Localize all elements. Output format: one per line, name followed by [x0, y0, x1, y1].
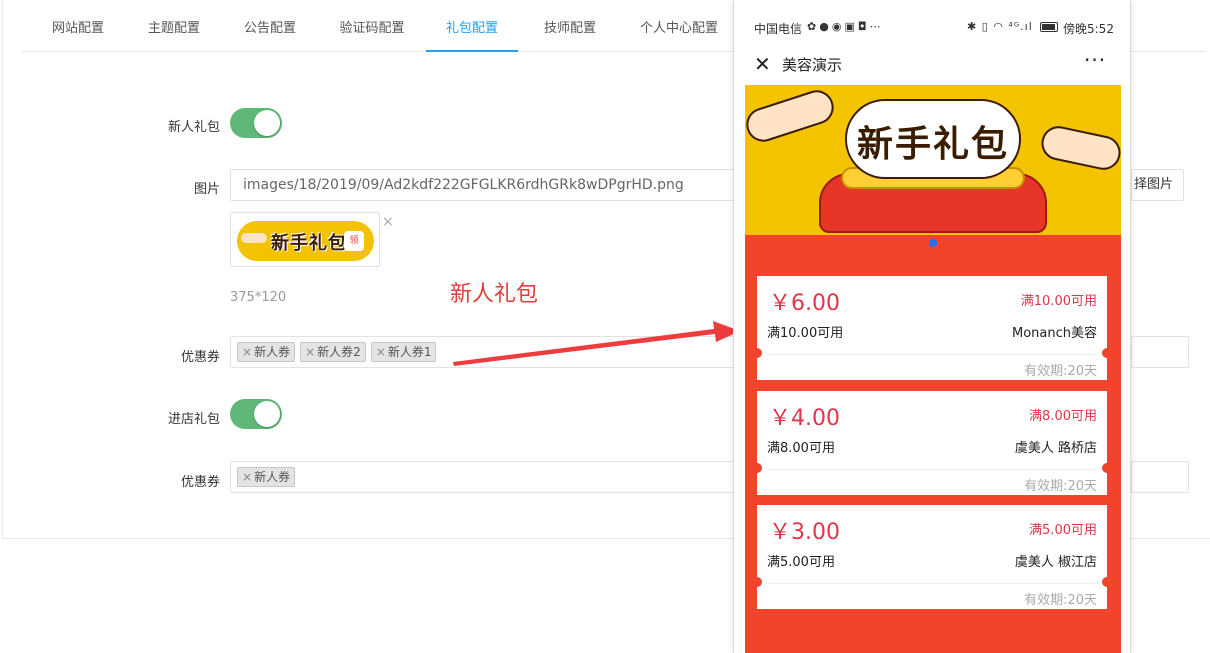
coupon-amount: ￥4.00 — [769, 406, 840, 431]
coupon-divider — [767, 354, 1097, 355]
coupon-notch — [1102, 463, 1112, 473]
remove-image-icon[interactable]: × — [382, 214, 394, 230]
hand-right-icon — [1038, 123, 1121, 173]
store-gift-label: 进店礼包 — [167, 412, 220, 427]
signal-icons: ✱ ▯ ◠ ⁴ᴳ.ıl — [967, 20, 1033, 33]
coupon-condition-left: 满8.00可用 — [767, 441, 835, 456]
coupon-validity: 有效期:20天 — [1024, 593, 1097, 608]
coupon-select-2[interactable]: × 新人券 — [230, 461, 734, 493]
coupon-notch — [1102, 348, 1112, 358]
coupon-tag[interactable]: × 新人券1 — [370, 342, 437, 362]
thumb-receive-badge: 领 — [344, 231, 364, 251]
close-icon[interactable]: ✕ — [754, 52, 771, 76]
bluetooth-icon: ✱ — [967, 20, 978, 33]
annotation-text: 新人礼包 — [450, 282, 539, 307]
coupon-shop: 虞美人 路桥店 — [1014, 441, 1097, 456]
switch-knob — [254, 110, 280, 136]
image-label: 图片 — [193, 182, 220, 197]
notification-icon: ▣ — [844, 20, 855, 33]
status-bar: 中国电信 ✿ ● ◉ ▣ ◘ ⋯ ✱ ▯ ◠ ⁴ᴳ.ıl 傍晚5:52 — [734, 0, 1130, 44]
coupon-condition-right: 满10.00可用 — [1020, 294, 1097, 309]
coupon-select-2-right[interactable] — [1131, 461, 1189, 493]
gift-banner: 新手礼包 — [745, 85, 1121, 267]
coupon-card[interactable]: ￥4.00 满8.00可用 满8.00可用 虞美人 路桥店 有效期:20天 — [752, 391, 1112, 495]
coupon-condition-left: 满5.00可用 — [767, 555, 835, 570]
switch-knob — [254, 401, 280, 427]
tab-gift[interactable]: 礼包配置 — [426, 0, 518, 52]
coupon-select-1[interactable]: × 新人券 × 新人券2 × 新人券1 — [230, 336, 734, 368]
mini-program-navbar: ✕ 美容演示 ··· — [734, 44, 1130, 84]
carousel-dot[interactable] — [929, 239, 937, 247]
vibrate-icon: ▯ — [981, 20, 989, 33]
coupon-tag[interactable]: × 新人券 — [237, 467, 296, 487]
battery-icon — [1040, 22, 1058, 32]
tag-remove-icon[interactable]: × — [242, 470, 252, 484]
carrier-text: 中国电信 — [754, 22, 803, 36]
coupon-tag[interactable]: × 新人券 — [237, 342, 296, 362]
image-path-input[interactable]: images/18/2019/09/Ad2kdf222GFGLKR6rdhGRk… — [230, 169, 734, 201]
coupon-shop: Monanch美容 — [1011, 326, 1097, 341]
tab-captcha[interactable]: 验证码配置 — [330, 0, 414, 52]
coupon-notch — [752, 463, 762, 473]
coupon-validity: 有效期:20天 — [1024, 364, 1097, 379]
thumb-title: 新手礼包 — [271, 233, 347, 254]
coupon-select-1-right[interactable] — [1131, 336, 1189, 368]
coupon-notch — [752, 577, 762, 587]
tag-remove-icon[interactable]: × — [242, 345, 252, 359]
tag-remove-icon[interactable]: × — [376, 345, 386, 359]
tab-website[interactable]: 网站配置 — [43, 0, 113, 52]
tab-user-center[interactable]: 个人中心配置 — [631, 0, 727, 52]
coupon-amount: ￥6.00 — [769, 291, 840, 316]
coupon-condition-left: 满10.00可用 — [767, 326, 844, 341]
coupon-condition-right: 满5.00可用 — [1029, 523, 1097, 538]
tab-technician[interactable]: 技师配置 — [535, 0, 605, 52]
page-title: 美容演示 — [782, 56, 843, 74]
coupon-divider — [767, 583, 1097, 584]
coupon-shop: 虞美人 椒江店 — [1014, 555, 1097, 570]
chat-icon: ● — [819, 20, 829, 33]
status-time: 傍晚5:52 — [1063, 22, 1114, 36]
pick-image-button[interactable]: 择图片 — [1131, 169, 1184, 201]
coupon-validity: 有效期:20天 — [1024, 479, 1097, 494]
hand-icon — [241, 233, 267, 243]
gift-thumbnail-image: 新手礼包 领 — [237, 221, 374, 261]
newbie-gift-label: 新人礼包 — [167, 120, 220, 135]
coupon-condition-right: 满8.00可用 — [1029, 409, 1097, 424]
coupon-notch — [1102, 577, 1112, 587]
tab-theme[interactable]: 主题配置 — [139, 0, 209, 52]
coupon-notch — [752, 348, 762, 358]
tag-remove-icon[interactable]: × — [305, 345, 315, 359]
coupon-card[interactable]: ￥3.00 满5.00可用 满5.00可用 虞美人 椒江店 有效期:20天 — [752, 505, 1112, 609]
coupon-tag[interactable]: × 新人券2 — [300, 342, 366, 362]
hand-left-icon — [745, 85, 839, 147]
status-app-icons: ✿ ● ◉ ▣ ◘ ⋯ — [807, 20, 881, 33]
store-gift-switch[interactable] — [230, 399, 282, 429]
newbie-gift-switch[interactable] — [230, 108, 282, 138]
app-icon: ◉ — [831, 20, 842, 33]
image-thumbnail: 新手礼包 领 — [230, 212, 380, 267]
image-size-hint: 375*120 — [230, 290, 287, 305]
banner-title: 新手礼包 — [857, 124, 1010, 165]
cell-signal-text: ⁴ᴳ.ıl — [1008, 20, 1033, 33]
app2-icon: ◘ — [857, 20, 867, 33]
ellipsis-icon: ⋯ — [869, 20, 881, 33]
more-icon[interactable]: ··· — [1084, 48, 1106, 72]
gift-screen: 新手礼包 ￥6.00 满10.00可用 满10.00可用 Monanch美容 有… — [745, 85, 1121, 653]
coupon-card[interactable]: ￥6.00 满10.00可用 满10.00可用 Monanch美容 有效期:20… — [752, 276, 1112, 380]
wechat-icon: ✿ — [807, 20, 817, 33]
wifi-icon: ◠ — [993, 20, 1004, 33]
coupon-divider — [767, 469, 1097, 470]
coupon-label-2: 优惠券 — [180, 475, 220, 490]
tab-notice[interactable]: 公告配置 — [235, 0, 305, 52]
phone-preview: 中国电信 ✿ ● ◉ ▣ ◘ ⋯ ✱ ▯ ◠ ⁴ᴳ.ıl 傍晚5:52 ✕ 美容… — [733, 0, 1131, 653]
coupon-amount: ￥3.00 — [769, 520, 840, 545]
coupon-label-1: 优惠券 — [180, 350, 220, 365]
